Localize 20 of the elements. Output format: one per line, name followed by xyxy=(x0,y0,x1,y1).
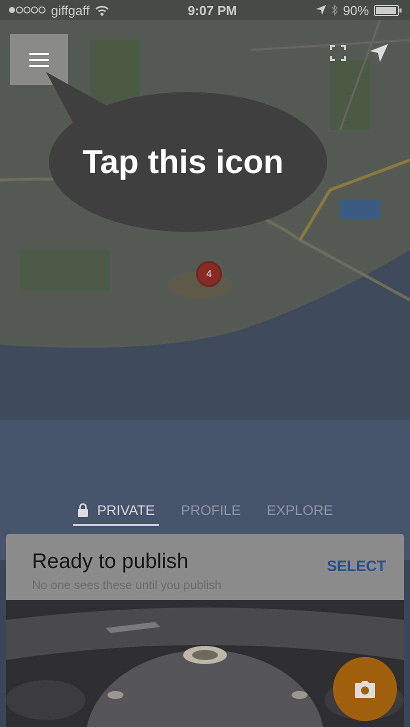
wifi-icon xyxy=(94,4,109,16)
fullscreen-icon[interactable] xyxy=(330,45,346,61)
menu-icon xyxy=(29,52,49,66)
signal-icon xyxy=(8,6,46,14)
bluetooth-icon xyxy=(330,4,338,16)
select-button[interactable]: SELECT xyxy=(326,550,386,575)
carrier-name: giffgaff xyxy=(51,2,90,18)
clock-time: 9:07 PM xyxy=(188,2,237,18)
menu-button[interactable] xyxy=(10,34,68,85)
tab[interactable]: PROFILE xyxy=(176,496,245,526)
battery-percent: 90% xyxy=(342,2,369,18)
tab[interactable]: EXPLORE xyxy=(262,496,337,526)
tooltip-text: Tap this icon xyxy=(82,143,284,181)
tab[interactable]: PRIVATE xyxy=(73,496,159,526)
card-title: Ready to publish xyxy=(32,550,190,574)
camera-icon xyxy=(355,680,375,698)
lock-icon xyxy=(77,503,90,517)
location-arrow-icon xyxy=(316,5,326,15)
battery-icon xyxy=(374,4,402,16)
navigation-arrow-icon[interactable] xyxy=(370,44,388,62)
